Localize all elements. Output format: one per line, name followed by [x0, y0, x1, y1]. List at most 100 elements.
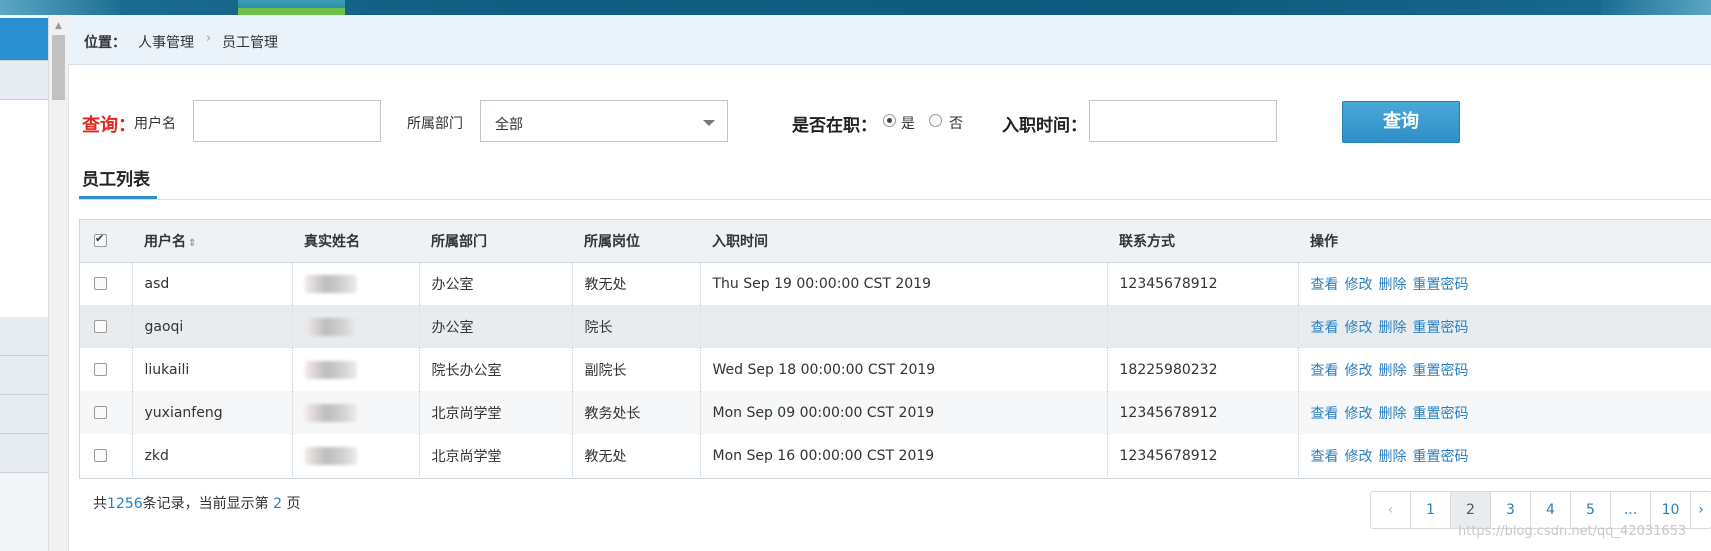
row-checkbox[interactable]	[94, 277, 107, 291]
edit-link[interactable]: 修改	[1345, 320, 1373, 336]
next-page-icon[interactable]: ›	[1691, 492, 1711, 528]
table-row: yuxianfeng 北京尚学堂 教务处长 Mon Sep 09 00:00:00 C…	[80, 391, 1711, 434]
cell-hire-date: Mon Sep 09 00:00:00 CST 2019	[700, 391, 1108, 434]
redacted-name	[304, 446, 357, 465]
cell-phone	[1107, 305, 1299, 348]
cell-username: asd	[132, 262, 293, 305]
sidebar-item[interactable]	[0, 434, 48, 473]
header-username[interactable]: 用户名 ⇕	[132, 220, 292, 263]
cell-actions: 查看 修改 删除 重置密码	[1298, 434, 1711, 477]
view-link[interactable]: 查看	[1311, 406, 1339, 422]
row-checkbox[interactable]	[94, 363, 107, 376]
sidebar-item[interactable]	[0, 317, 48, 356]
vertical-scrollbar[interactable]: ▲	[49, 15, 69, 551]
username-input[interactable]	[193, 100, 381, 142]
banner-active-tab[interactable]	[238, 0, 345, 15]
reset-password-link[interactable]: 重置密码	[1413, 406, 1469, 422]
banner-glow-right	[1601, 0, 1711, 15]
view-link[interactable]: 查看	[1311, 320, 1339, 336]
dept-select[interactable]: 全部	[480, 100, 728, 142]
dept-select-value: 全部	[495, 117, 523, 133]
cell-username: yuxianfeng	[132, 391, 293, 434]
breadcrumb: 位置： 人事管理 › 员工管理	[68, 15, 1711, 65]
edit-link[interactable]: 修改	[1345, 277, 1373, 293]
reset-password-link[interactable]: 重置密码	[1413, 363, 1469, 379]
top-banner	[0, 0, 1711, 15]
reset-password-link[interactable]: 重置密码	[1413, 449, 1469, 465]
page-button[interactable]: 2	[1451, 492, 1491, 528]
dept-label: 所属部门	[407, 116, 463, 132]
employee-table: 用户名⇕ 真实姓名 所属部门 所属岗位 入职时间 联系方式 操作 asd 办公室教…	[79, 219, 1711, 479]
redacted-name	[304, 274, 357, 293]
cell-hire-date: Thu Sep 19 00:00:00 CST 2019	[700, 262, 1108, 305]
cell-username: gaoqi	[132, 305, 293, 348]
reset-password-link[interactable]: 重置密码	[1413, 277, 1469, 293]
edit-link[interactable]: 修改	[1345, 363, 1373, 379]
cell-username: zkd	[132, 434, 293, 477]
delete-link[interactable]: 删除	[1379, 320, 1407, 336]
cell-dept: 办公室	[419, 305, 573, 348]
cell-post: 教务处长	[572, 391, 701, 434]
query-label: 查询：	[82, 115, 136, 136]
prev-page-icon[interactable]: ‹	[1371, 492, 1411, 528]
header-dept: 所属部门	[419, 220, 572, 263]
cell-post: 教无处	[572, 434, 701, 477]
hire-date-input[interactable]	[1089, 100, 1277, 142]
view-link[interactable]: 查看	[1311, 277, 1339, 293]
cell-dept: 北京尚学堂	[419, 434, 573, 477]
row-checkbox[interactable]	[94, 449, 107, 462]
delete-link[interactable]: 删除	[1379, 363, 1407, 379]
employed-no-radio[interactable]	[929, 114, 942, 127]
redacted-name	[304, 360, 357, 379]
employed-yes-radio[interactable]	[883, 114, 896, 127]
scroll-up-icon[interactable]: ▲	[49, 19, 68, 33]
page-button[interactable]: 4	[1531, 492, 1571, 528]
header-actions: 操作	[1298, 220, 1711, 263]
page-button[interactable]: 1	[1411, 492, 1451, 528]
cell-realname	[292, 348, 420, 391]
employed-no-label[interactable]: 否	[949, 113, 963, 133]
page-button[interactable]: 3	[1491, 492, 1531, 528]
cell-post: 教无处	[572, 262, 701, 305]
row-select-cell	[80, 391, 133, 434]
breadcrumb-item-employee[interactable]: 员工管理	[222, 32, 278, 52]
page-button[interactable]: 5	[1571, 492, 1611, 528]
breadcrumb-separator-icon: ›	[206, 31, 212, 46]
cell-actions: 查看 修改 删除 重置密码	[1298, 348, 1711, 391]
cell-phone: 12345678912	[1107, 391, 1299, 434]
search-button[interactable]: 查询	[1342, 101, 1460, 143]
page-button[interactable]: ...	[1611, 492, 1651, 528]
delete-link[interactable]: 删除	[1379, 406, 1407, 422]
breadcrumb-label: 位置：	[84, 35, 126, 51]
header-realname: 真实姓名	[292, 220, 419, 263]
username-label: 用户名	[134, 116, 176, 132]
page-button[interactable]: 10	[1651, 492, 1691, 528]
total-count: 1256	[107, 496, 143, 512]
header-hire-date: 入职时间	[700, 220, 1107, 263]
row-checkbox[interactable]	[94, 320, 107, 333]
row-checkbox[interactable]	[94, 406, 107, 419]
reset-password-link[interactable]: 重置密码	[1413, 320, 1469, 336]
cell-post: 院长	[572, 305, 701, 348]
cell-dept: 北京尚学堂	[419, 391, 573, 434]
select-all-checkbox[interactable]	[94, 232, 107, 248]
sidebar-item[interactable]	[0, 395, 48, 434]
delete-link[interactable]: 删除	[1379, 449, 1407, 465]
view-link[interactable]: 查看	[1311, 449, 1339, 465]
view-link[interactable]: 查看	[1311, 363, 1339, 379]
edit-link[interactable]: 修改	[1345, 449, 1373, 465]
row-select-cell	[80, 434, 133, 477]
delete-link[interactable]: 删除	[1379, 277, 1407, 293]
sidebar-item-active[interactable]	[0, 18, 48, 61]
sort-icon[interactable]: ⇕	[188, 238, 196, 249]
sidebar	[0, 15, 49, 551]
employed-label: 是否在职：	[792, 116, 877, 136]
sidebar-item[interactable]	[0, 61, 48, 100]
cell-actions: 查看 修改 删除 重置密码	[1298, 262, 1711, 305]
edit-link[interactable]: 修改	[1345, 406, 1373, 422]
breadcrumb-item-hr[interactable]: 人事管理	[138, 32, 194, 52]
sidebar-item[interactable]	[0, 356, 48, 395]
employed-yes-label[interactable]: 是	[901, 113, 915, 133]
record-summary: 共1256条记录，当前显示第 2 页	[93, 496, 301, 512]
scrollbar-thumb[interactable]	[52, 35, 65, 100]
